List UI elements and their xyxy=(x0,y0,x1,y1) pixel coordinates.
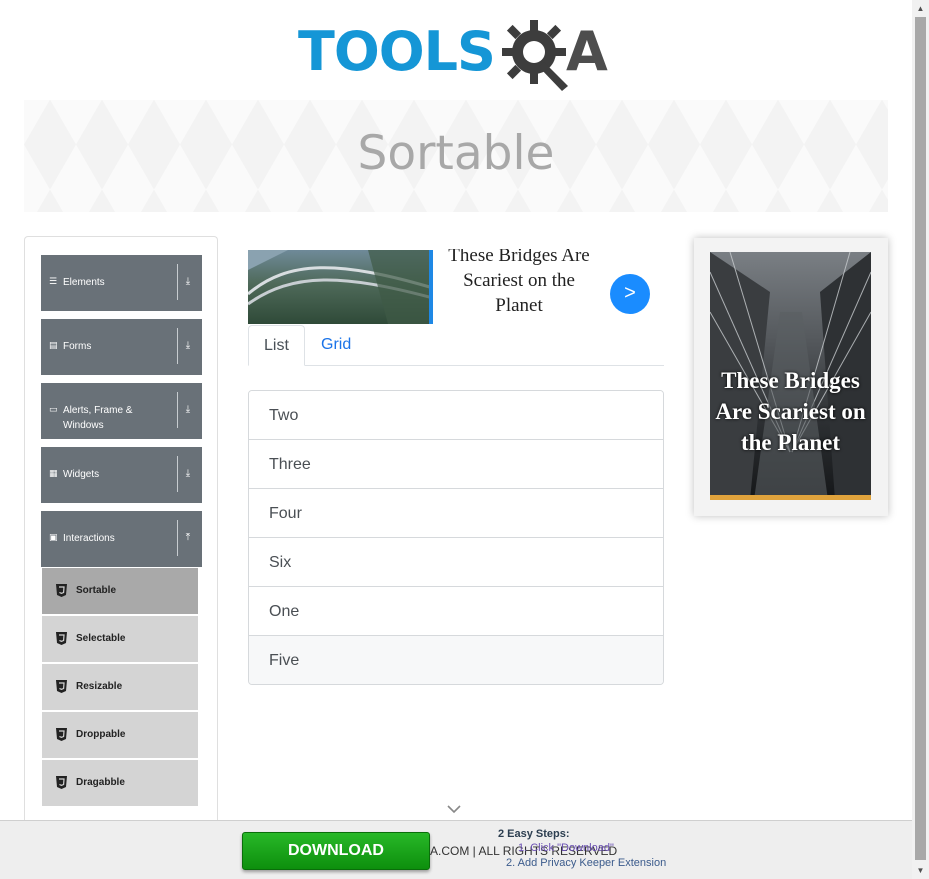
html5-icon xyxy=(56,776,67,789)
html5-icon xyxy=(56,632,67,645)
sidebar-group-widgets[interactable]: ▦ Widgets ⤓ xyxy=(41,447,202,503)
html5-icon xyxy=(56,584,67,597)
sidebar-item-label: Selectable xyxy=(76,633,126,644)
menu-icon: ☰ xyxy=(49,276,58,286)
sidebar-group-forms[interactable]: ▤ Forms ⤓ xyxy=(41,319,202,375)
sidebar-item-label: Droppable xyxy=(76,729,126,740)
list-item[interactable]: One xyxy=(249,587,663,636)
steps-title: 2 Easy Steps: xyxy=(498,828,570,840)
list-item[interactable]: Two xyxy=(249,391,663,440)
divider xyxy=(177,328,178,364)
sidebar-group-label: Interactions xyxy=(63,533,115,544)
sidebar-item-selectable[interactable]: Selectable xyxy=(42,616,198,662)
sidebar-group-alerts[interactable]: ▭ Alerts, Frame & Windows ⤓ xyxy=(41,383,202,439)
ad-headline: These Bridges Are Scariest on the Planet xyxy=(715,368,866,455)
gear-icon xyxy=(502,20,568,91)
interactions-icon: ▣ xyxy=(49,532,58,542)
sidebar-group-label: Forms xyxy=(63,341,92,352)
sidebar: ☰ Elements ⤓ ▤ Forms ⤓ ▭ Alerts, Frame &… xyxy=(24,236,218,836)
step-two-text: 2. Add Privacy Keeper Extension xyxy=(506,857,667,869)
logo-a-text: A xyxy=(566,20,608,83)
bridge-image xyxy=(248,250,433,324)
chevron-down-icon: ⤓ xyxy=(185,340,191,351)
ad-image: These Bridges Are Scariest on the Planet xyxy=(710,252,871,500)
scroll-down-icon[interactable]: ▼ xyxy=(912,862,929,879)
scroll-up-icon[interactable]: ▲ xyxy=(912,0,929,17)
scroll-thumb[interactable] xyxy=(915,17,926,860)
list-item[interactable]: Six xyxy=(249,538,663,587)
html5-icon xyxy=(56,680,67,693)
sidebar-item-resizable[interactable]: Resizable xyxy=(42,664,198,710)
divider xyxy=(177,392,178,428)
chevron-down-icon: ⤓ xyxy=(185,276,191,287)
grid-icon: ▦ xyxy=(49,468,58,478)
list-item[interactable]: Five xyxy=(249,636,663,684)
sidebar-item-label: Resizable xyxy=(76,681,123,692)
sidebar-group-label: Elements xyxy=(63,277,105,288)
divider xyxy=(177,264,178,300)
list-item[interactable]: Three xyxy=(249,440,663,489)
divider xyxy=(177,456,178,492)
tab-list[interactable]: List xyxy=(248,325,305,366)
sidebar-item-label: Sortable xyxy=(76,585,117,596)
sidebar-group-elements[interactable]: ☰ Elements ⤓ xyxy=(41,255,202,311)
form-icon: ▤ xyxy=(49,340,58,350)
sidebar-item-sortable[interactable]: Sortable xyxy=(42,568,198,614)
ad-sidebar[interactable]: These Bridges Are Scariest on the Planet xyxy=(694,238,888,516)
divider xyxy=(177,520,178,556)
sidebar-group-interactions[interactable]: ▣ Interactions ⤒ xyxy=(41,511,202,567)
page-title: Sortable xyxy=(357,126,555,181)
list-item[interactable]: Four xyxy=(249,489,663,538)
scrollbar[interactable]: ▲ ▼ xyxy=(912,0,929,879)
footer: A.COM | ALL RIGHTS RESERVED DOWNLOAD 2 E… xyxy=(0,820,912,879)
logo-tools-text: TOOLS xyxy=(298,20,496,83)
download-button[interactable]: DOWNLOAD xyxy=(242,832,430,870)
step-one-text: 1. Click "Download" xyxy=(518,842,614,854)
tab-grid[interactable]: Grid xyxy=(306,325,366,366)
sortable-list: Two Three Four Six One Five xyxy=(248,390,664,685)
chevron-down-icon: ⤓ xyxy=(185,404,191,415)
chevron-up-icon: ⤒ xyxy=(185,532,191,543)
sidebar-group-label: Alerts, Frame & Windows xyxy=(63,405,133,431)
html5-icon xyxy=(56,728,67,741)
ad-arrow-button[interactable]: > xyxy=(610,274,650,314)
site-logo[interactable]: TOOLS A xyxy=(296,14,621,92)
sidebar-item-label: Dragabble xyxy=(76,777,125,788)
chevron-down-icon: ⤓ xyxy=(185,468,191,479)
sidebar-group-label: Widgets xyxy=(63,469,100,480)
tab-bar: List Grid xyxy=(248,325,664,366)
sidebar-item-droppable[interactable]: Droppable xyxy=(42,712,198,758)
ad-banner[interactable]: These Bridges Are Scariest on the Planet… xyxy=(248,249,664,325)
chevron-down-icon[interactable] xyxy=(446,803,462,815)
ad-accent xyxy=(429,250,433,324)
sidebar-item-dragabble[interactable]: Dragabble xyxy=(42,760,198,806)
ad-accent xyxy=(710,495,871,500)
window-icon: ▭ xyxy=(49,404,58,414)
ad-headline: These Bridges Are Scariest on the Planet xyxy=(448,249,590,316)
page-banner: Sortable xyxy=(24,100,888,212)
ad-image xyxy=(248,250,433,324)
